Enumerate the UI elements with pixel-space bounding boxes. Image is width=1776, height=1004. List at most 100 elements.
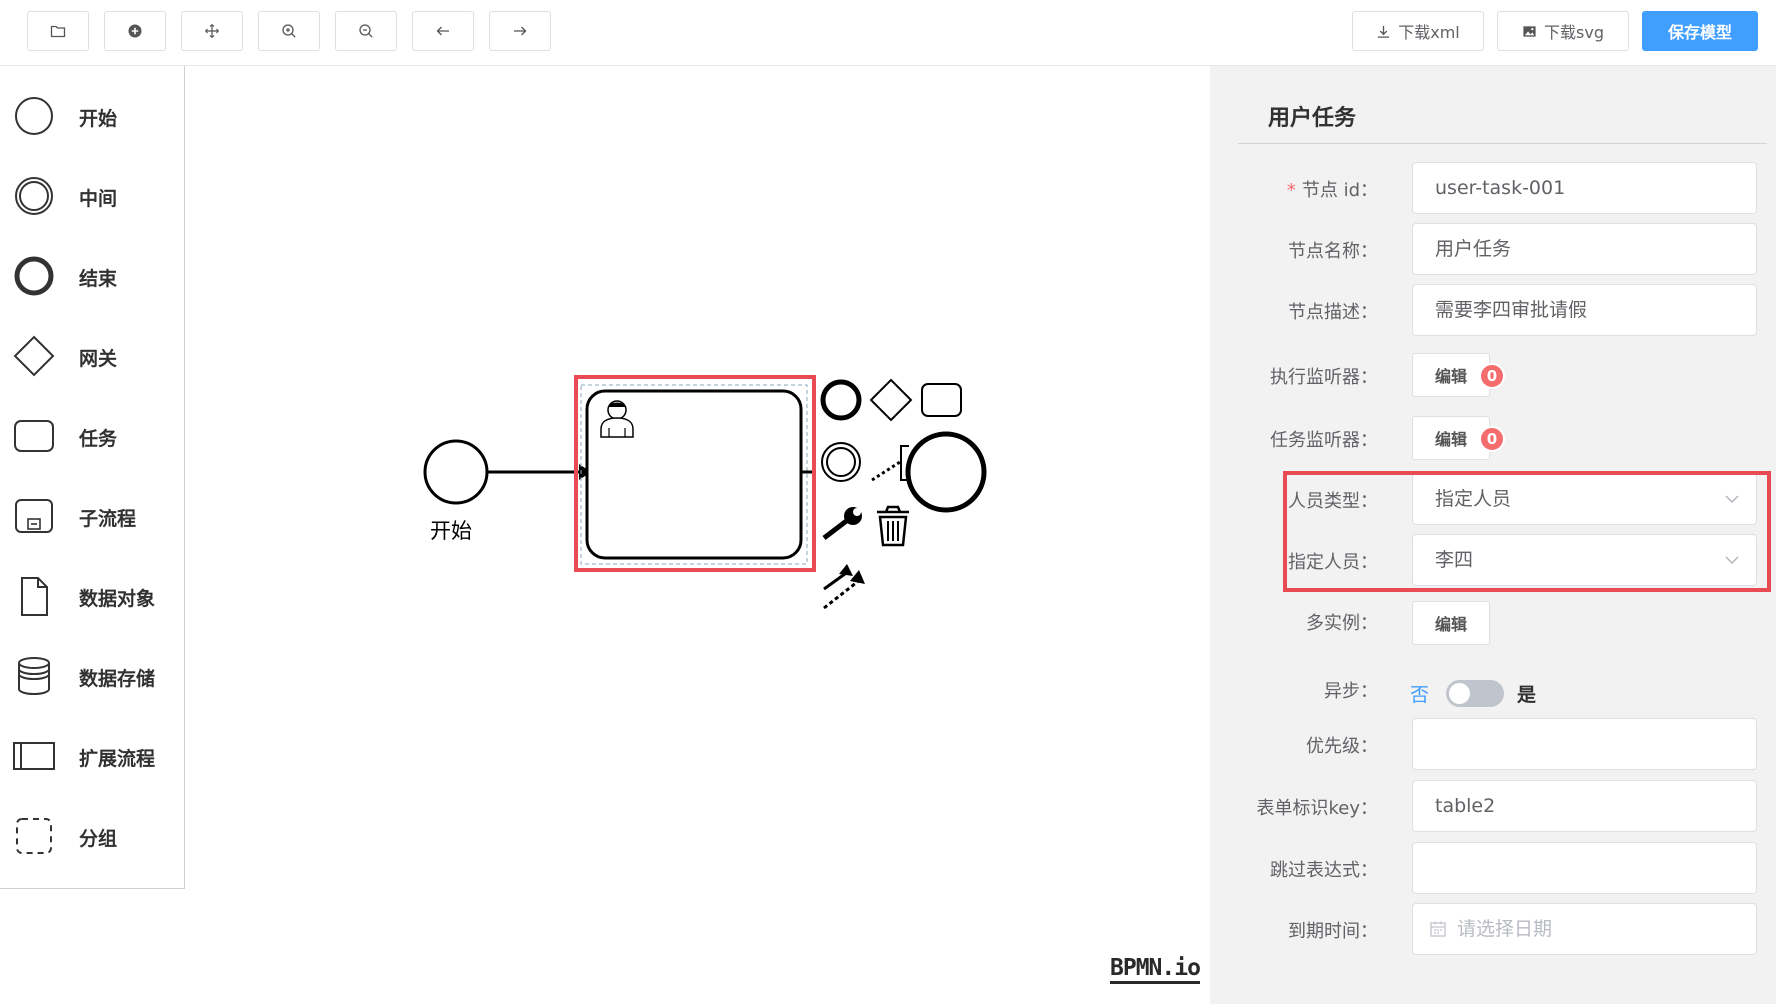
bpmn-io-watermark[interactable]: BPMN.io	[1110, 955, 1201, 984]
save-model-label: 保存模型	[1667, 23, 1732, 42]
priority-input[interactable]	[1412, 718, 1757, 770]
node-description-label: 节点描述：	[1288, 302, 1378, 323]
task-icon	[14, 420, 54, 452]
field-node-name: 节点名称： 用户任务	[1210, 223, 1776, 275]
pool-icon	[13, 742, 55, 770]
assignee-type-select[interactable]: 指定人员	[1412, 473, 1757, 525]
field-form-key: 表单标识key： table2	[1210, 780, 1776, 832]
append-text-annotation-pad[interactable]	[871, 460, 901, 482]
panel-title: 用户任务	[1268, 106, 1357, 131]
field-assignee-type: 人员类型： 指定人员	[1210, 473, 1776, 525]
end-event-shape[interactable]	[905, 431, 987, 513]
field-due-date: 到期时间： 请选择日期	[1210, 903, 1776, 955]
plus-circle-icon	[128, 24, 142, 38]
connect-arrow-icon[interactable]	[823, 564, 865, 610]
download-svg-label: 下载svg	[1544, 23, 1604, 42]
palette-item-data-object[interactable]: 数据对象	[0, 555, 184, 635]
zoom-out-icon	[359, 24, 373, 38]
create-new-button[interactable]	[104, 11, 166, 51]
palette-item-label: 数据存储	[79, 668, 156, 690]
toolbar: 下载xml 下载svg 保存模型	[0, 0, 1776, 66]
palette-item-data-store[interactable]: 数据存储	[0, 635, 184, 715]
open-file-button[interactable]	[27, 11, 89, 51]
field-async: 异步： 否 是	[1210, 667, 1776, 719]
async-label: 异步：	[1324, 681, 1378, 702]
execution-listener-count-badge: 0	[1479, 363, 1505, 389]
palette-item-label: 扩展流程	[79, 748, 156, 770]
field-execution-listener: 执行监听器： 编辑 0	[1210, 351, 1776, 403]
palette-item-pool[interactable]: 扩展流程	[0, 715, 184, 795]
node-name-label: 节点名称：	[1288, 241, 1378, 262]
palette-item-label: 任务	[79, 428, 118, 450]
assignee-type-label: 人员类型：	[1288, 491, 1378, 512]
due-date-picker[interactable]: 请选择日期	[1412, 903, 1757, 955]
palette-item-end[interactable]: 结束	[0, 235, 184, 315]
chevron-down-icon	[1725, 495, 1739, 503]
start-event-shape[interactable]	[423, 439, 489, 505]
append-task-pad[interactable]	[921, 383, 962, 417]
fit-view-button[interactable]	[181, 11, 243, 51]
data-store-icon	[18, 657, 50, 696]
palette-item-start[interactable]: 开始	[0, 75, 184, 155]
palette-item-gateway[interactable]: 网关	[0, 315, 184, 395]
skip-expression-input[interactable]	[1412, 842, 1757, 894]
async-on-label[interactable]: 是	[1517, 680, 1536, 707]
wrench-icon[interactable]	[822, 507, 862, 540]
data-object-icon	[21, 577, 48, 616]
zoom-in-button[interactable]	[258, 11, 320, 51]
multi-instance-edit-button[interactable]: 编辑	[1412, 601, 1490, 645]
node-id-label-text: 节点 id：	[1301, 180, 1378, 201]
download-icon	[1378, 25, 1390, 38]
move-icon	[205, 24, 219, 38]
assignee-label: 指定人员：	[1288, 552, 1378, 573]
multi-instance-label: 多实例：	[1306, 613, 1378, 634]
append-gateway-pad[interactable]	[869, 378, 913, 422]
field-node-id: * 节点 id： user-task-001	[1210, 162, 1776, 214]
field-priority: 优先级：	[1210, 718, 1776, 770]
zoom-out-button[interactable]	[335, 11, 397, 51]
async-off-label[interactable]: 否	[1410, 680, 1429, 707]
undo-button[interactable]	[412, 11, 474, 51]
assignee-value: 李四	[1435, 549, 1474, 571]
undo-arrow-icon	[436, 26, 449, 36]
redo-button[interactable]	[489, 11, 551, 51]
download-xml-label: 下载xml	[1398, 23, 1460, 42]
async-toggle[interactable]	[1446, 680, 1504, 707]
download-xml-button[interactable]: 下载xml	[1352, 11, 1484, 51]
append-intermediate-event-pad[interactable]	[821, 442, 861, 482]
node-description-input[interactable]: 需要李四审批请假	[1412, 284, 1757, 336]
priority-label: 优先级：	[1306, 736, 1378, 757]
append-end-event-pad[interactable]	[820, 379, 862, 421]
field-task-listener: 任务监听器： 编辑 0	[1210, 414, 1776, 466]
form-key-label: 表单标识key：	[1256, 798, 1378, 819]
assignee-select[interactable]: 李四	[1412, 534, 1757, 586]
trash-icon[interactable]	[877, 505, 909, 547]
subprocess-icon	[15, 499, 53, 533]
redo-arrow-icon	[514, 26, 527, 36]
download-svg-button[interactable]: 下载svg	[1497, 11, 1629, 51]
zoom-in-icon	[282, 24, 296, 38]
node-id-label: * 节点 id：	[1287, 176, 1378, 202]
form-key-input[interactable]: table2	[1412, 780, 1757, 832]
palette-item-subprocess[interactable]: 子流程	[0, 475, 184, 555]
save-model-button[interactable]: 保存模型	[1642, 11, 1758, 51]
bpmn-canvas[interactable]: 开始	[185, 66, 1210, 1004]
gateway-icon	[13, 335, 55, 377]
panel-divider	[1238, 143, 1767, 144]
skip-expression-label: 跳过表达式：	[1270, 860, 1378, 881]
field-multi-instance: 多实例： 编辑	[1210, 599, 1776, 651]
end-event-icon	[14, 256, 54, 296]
node-name-input[interactable]: 用户任务	[1412, 223, 1757, 275]
bpmn-diagram: 开始	[423, 375, 987, 610]
start-event-label: 开始	[430, 519, 472, 543]
palette-item-label: 子流程	[79, 508, 137, 530]
palette-item-label: 结束	[79, 268, 118, 290]
palette-item-intermediate[interactable]: 中间	[0, 155, 184, 235]
palette-item-group[interactable]: 分组	[0, 795, 184, 875]
palette-item-label: 中间	[79, 188, 118, 210]
folder-open-icon	[50, 25, 66, 38]
due-date-placeholder: 请选择日期	[1457, 918, 1553, 940]
palette-item-task[interactable]: 任务	[0, 395, 184, 475]
node-id-input[interactable]: user-task-001	[1412, 162, 1757, 214]
palette-item-label: 开始	[79, 108, 118, 130]
